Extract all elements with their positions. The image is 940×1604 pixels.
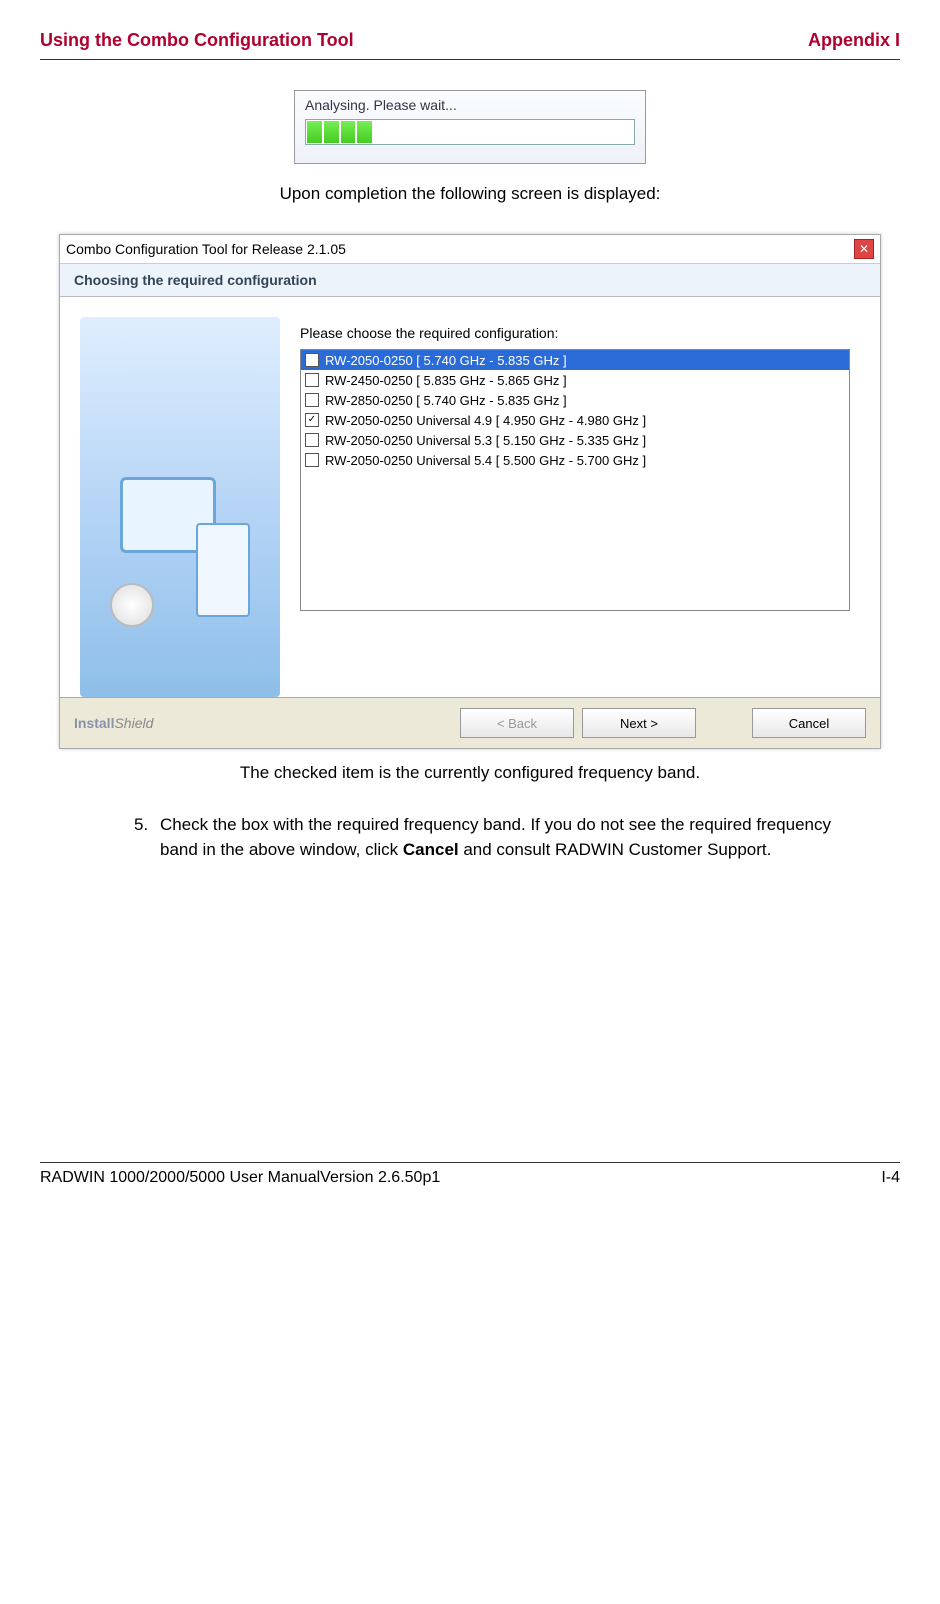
checkbox-icon[interactable]: [305, 413, 319, 427]
configuration-list[interactable]: RW-2050-0250 [ 5.740 GHz - 5.835 GHz ] RW…: [300, 349, 850, 611]
analysing-dialog: Analysing. Please wait...: [294, 90, 646, 164]
cancel-button[interactable]: Cancel: [752, 708, 866, 738]
list-item-label: RW-2450-0250 [ 5.835 GHz - 5.865 GHz ]: [325, 373, 567, 388]
close-icon[interactable]: ✕: [854, 239, 874, 259]
footer-left: RADWIN 1000/2000/5000 User ManualVersion…: [40, 1169, 440, 1187]
header-right: Appendix I: [808, 30, 900, 51]
sidebar-graphic: [80, 317, 280, 697]
step5-bold: Cancel: [403, 840, 459, 859]
instruction-text: Please choose the required configuration…: [300, 325, 850, 341]
checked-note: The checked item is the currently config…: [40, 763, 900, 783]
step5-part2: and consult RADWIN Customer Support.: [459, 840, 772, 859]
list-item[interactable]: RW-2050-0250 [ 5.740 GHz - 5.835 GHz ]: [301, 350, 849, 370]
list-item-label: RW-2050-0250 [ 5.740 GHz - 5.835 GHz ]: [325, 353, 567, 368]
window-subhead: Choosing the required configuration: [60, 264, 880, 297]
list-item-label: RW-2050-0250 Universal 5.3 [ 5.150 GHz -…: [325, 433, 646, 448]
checkbox-icon[interactable]: [305, 453, 319, 467]
step-5-text: 5.Check the box with the required freque…: [160, 813, 860, 862]
progress-bar: [305, 119, 635, 145]
checkbox-icon[interactable]: [305, 353, 319, 367]
list-item-label: RW-2050-0250 Universal 4.9 [ 4.950 GHz -…: [325, 413, 646, 428]
titlebar: Combo Configuration Tool for Release 2.1…: [60, 235, 880, 264]
installshield-branding: InstallShield: [74, 715, 452, 731]
list-item[interactable]: RW-2050-0250 Universal 5.4 [ 5.500 GHz -…: [301, 450, 849, 470]
list-item-label: RW-2850-0250 [ 5.740 GHz - 5.835 GHz ]: [325, 393, 567, 408]
list-item[interactable]: RW-2050-0250 Universal 5.3 [ 5.150 GHz -…: [301, 430, 849, 450]
checkbox-icon[interactable]: [305, 433, 319, 447]
checkbox-icon[interactable]: [305, 393, 319, 407]
window-title: Combo Configuration Tool for Release 2.1…: [66, 241, 346, 257]
header-divider: [40, 59, 900, 60]
list-item[interactable]: RW-2850-0250 [ 5.740 GHz - 5.835 GHz ]: [301, 390, 849, 410]
footer-right: I-4: [881, 1169, 900, 1187]
list-item[interactable]: RW-2050-0250 Universal 4.9 [ 4.950 GHz -…: [301, 410, 849, 430]
list-item-label: RW-2050-0250 Universal 5.4 [ 5.500 GHz -…: [325, 453, 646, 468]
installer-window: Combo Configuration Tool for Release 2.1…: [59, 234, 881, 749]
checkbox-icon[interactable]: [305, 373, 319, 387]
next-button[interactable]: Next >: [582, 708, 696, 738]
caption-after-progress: Upon completion the following screen is …: [40, 184, 900, 204]
analysing-text: Analysing. Please wait...: [305, 97, 635, 113]
header-left: Using the Combo Configuration Tool: [40, 30, 354, 51]
back-button: < Back: [460, 708, 574, 738]
step-number: 5.: [134, 813, 160, 838]
list-item[interactable]: RW-2450-0250 [ 5.835 GHz - 5.865 GHz ]: [301, 370, 849, 390]
